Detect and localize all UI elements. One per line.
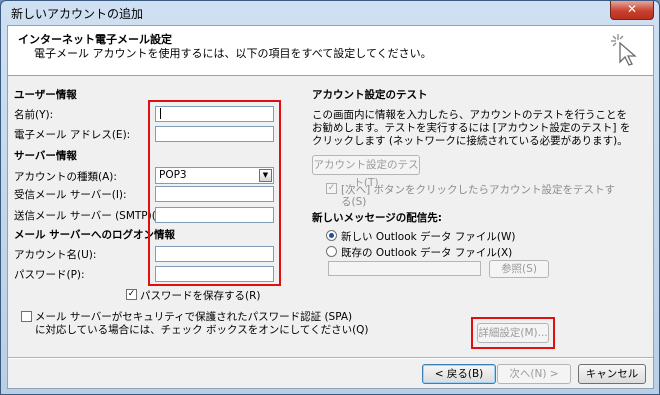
existing-file-path-input[interactable] bbox=[328, 261, 481, 276]
auto-test-label-line1: [次へ] ボタンをクリックしたらアカウント設定をテストす bbox=[341, 184, 616, 196]
footer-separator bbox=[8, 357, 653, 359]
title-bar[interactable]: 新しいアカウントの追加 ✕ bbox=[1, 1, 659, 23]
window-title: 新しいアカウントの追加 bbox=[11, 7, 144, 21]
next-button[interactable]: 次へ(N) > bbox=[497, 364, 571, 384]
test-account-button[interactable]: アカウント設定のテスト(T) bbox=[312, 155, 420, 189]
header-subtitle: 電子メール アカウントを使用するには、以下の項目をすべて設定してください。 bbox=[34, 47, 432, 60]
highlight-box-more-settings bbox=[471, 317, 555, 349]
account-type-label: アカウントの種類(A): bbox=[14, 171, 117, 183]
cancel-button[interactable]: キャンセル bbox=[578, 364, 646, 384]
spa-label-line2: に対応している場合には、チェック ボックスをオンにしてください(Q) bbox=[35, 324, 369, 336]
account-name-label: アカウント名(U): bbox=[14, 249, 97, 261]
new-data-file-label: 新しい Outlook データ ファイル(W) bbox=[341, 231, 516, 243]
test-heading: アカウント設定のテスト bbox=[312, 89, 428, 101]
delivery-heading: 新しいメッセージの配信先: bbox=[312, 212, 442, 224]
highlight-box-fields bbox=[148, 100, 281, 286]
name-label: 名前(Y): bbox=[14, 109, 54, 121]
incoming-server-label: 受信メール サーバー(I): bbox=[14, 189, 127, 201]
cursor-sparkle-icon bbox=[611, 34, 637, 66]
spa-checkbox[interactable] bbox=[21, 311, 32, 322]
new-data-file-radio[interactable] bbox=[326, 230, 337, 241]
user-info-heading: ユーザー情報 bbox=[14, 89, 77, 101]
close-button[interactable]: ✕ bbox=[610, 1, 654, 20]
add-account-dialog: 新しいアカウントの追加 ✕ インターネット電子メール設定 電子メール アカウント… bbox=[0, 0, 660, 395]
email-label: 電子メール アドレス(E): bbox=[14, 129, 131, 141]
browse-button[interactable]: 参照(S) bbox=[489, 260, 549, 278]
auto-test-checkbox[interactable]: ✓ bbox=[326, 183, 337, 194]
test-desc-line3: クリックします (ネットワークに接続されている必要があります)。 bbox=[312, 135, 628, 147]
remember-password-label: パスワードを保存する(R) bbox=[140, 290, 261, 302]
dialog-header: インターネット電子メール設定 電子メール アカウントを使用するには、以下の項目を… bbox=[8, 26, 653, 76]
existing-data-file-radio[interactable] bbox=[326, 246, 337, 257]
remember-password-checkbox[interactable]: ✓ bbox=[126, 289, 137, 300]
server-info-heading: サーバー情報 bbox=[14, 150, 77, 162]
dialog-content: インターネット電子メール設定 電子メール アカウントを使用するには、以下の項目を… bbox=[7, 25, 654, 389]
back-button[interactable]: < 戻る(B) bbox=[422, 364, 496, 384]
existing-data-file-label: 既存の Outlook データ ファイル(X) bbox=[341, 247, 513, 259]
password-label: パスワード(P): bbox=[14, 269, 85, 281]
auto-test-label-line2: る(S) bbox=[341, 196, 367, 208]
